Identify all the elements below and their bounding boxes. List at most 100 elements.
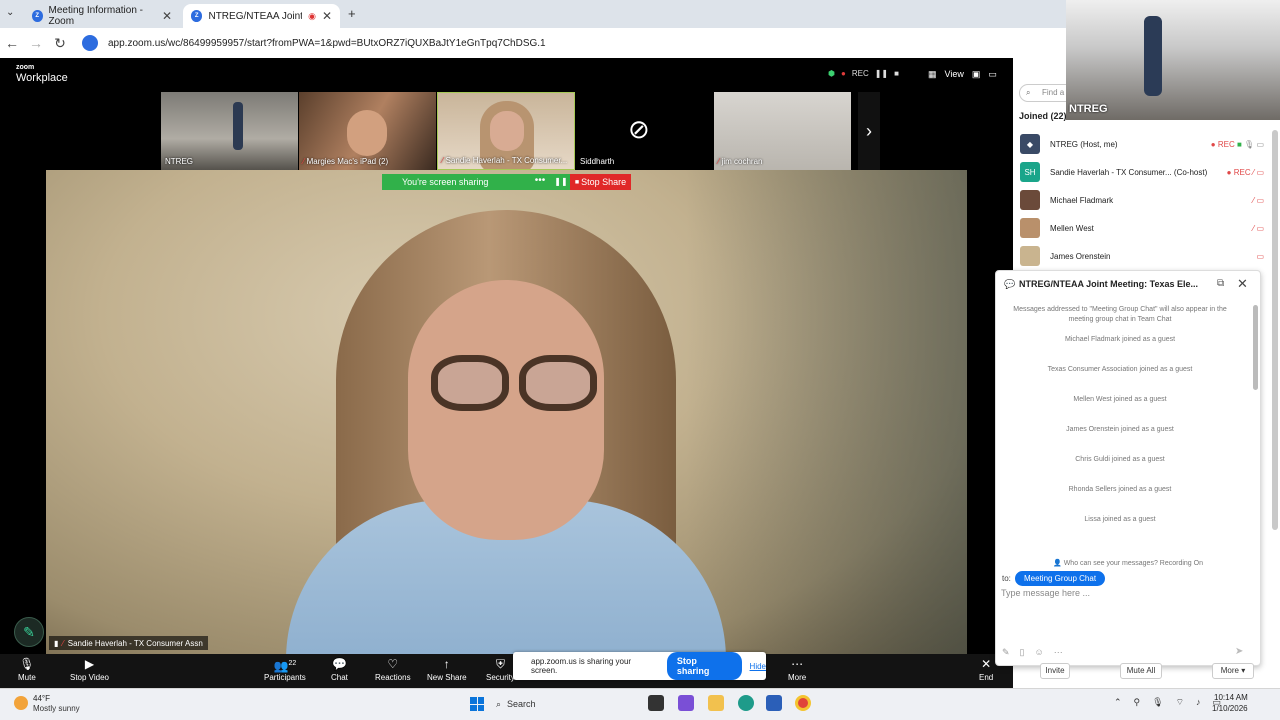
camera-off-icon[interactable]: ▭ [1256,196,1264,205]
microphone-icon[interactable]: 🎙 [1152,697,1163,708]
weather-description[interactable]: Mostly sunny [33,704,80,713]
chevron-up-icon[interactable]: ⌃ [1114,697,1122,708]
file-icon[interactable]: ▯ [1020,647,1025,658]
new-tab-button[interactable]: + [348,6,356,21]
next-thumbnails-chevron-icon[interactable]: › [858,92,880,170]
share-screen-mini-icon[interactable]: ▣ [972,69,981,80]
video-thumbnail-active[interactable]: ⁄ Sandie Haverlah - TX Consumer... [437,92,575,170]
mic-icon[interactable]: 🎙 [1244,140,1254,149]
back-icon[interactable]: ← [0,35,24,51]
view-controls: ▦ View ▣ ▭ [928,69,997,80]
weather-sun-icon[interactable] [14,696,28,710]
stop-share-label: Stop Share [581,177,627,187]
tab-meeting-information[interactable]: Z Meeting Information - Zoom ✕ [24,4,180,28]
windows-start-icon[interactable] [470,697,484,711]
video-thumbnail[interactable]: NTREG [161,92,298,170]
video-thumbnail[interactable]: ⁄ jim cochran [714,92,851,170]
more-button[interactable]: ⋯ More [788,657,806,682]
recipient-selector[interactable]: Meeting Group Chat [1015,571,1106,586]
signal-icon: ▮ [54,638,59,648]
chat-button[interactable]: 💬 Chat [331,657,348,682]
chrome-icon[interactable] [795,695,811,711]
stop-share-button[interactable]: ■ Stop Share [570,174,631,190]
video-thumbnail[interactable]: ⊘ Siddharth [576,92,713,170]
more-dots-icon[interactable]: ⋯ [1054,647,1063,658]
muted-mic-icon[interactable]: ⁄ [1253,224,1254,233]
zoom-favicon-icon: Z [32,10,43,22]
close-icon[interactable]: ✕ [1237,276,1248,292]
view-button[interactable]: View [945,69,964,80]
participant-row[interactable]: ◆ NTREG (Host, me) ● REC ■ 🎙 ▭ [1020,132,1270,156]
tab-joint-meeting[interactable]: Z NTREG/NTEAA Joint Meetin ◉ ✕ [183,4,340,28]
site-info-icon[interactable] [82,35,98,51]
clock-date[interactable]: 1/10/2026 [1212,704,1248,713]
panel-more-button[interactable]: More ▾ [1212,663,1254,679]
glasses-right-lens [519,355,597,411]
joined-count: Joined (22) [1019,111,1067,121]
reactions-button[interactable]: ♡ Reactions [375,657,411,682]
shield-icon[interactable]: ⬢ [828,69,835,78]
participant-row[interactable]: Michael Fladmark ⁄ ▭ [1020,188,1270,212]
view-grid-icon[interactable]: ▦ [928,69,937,80]
participants-count: 22 [288,660,297,667]
end-button[interactable]: ✕ End [979,657,993,682]
tab-title: NTREG/NTEAA Joint Meetin [208,10,303,22]
tab-list-chevron-icon[interactable]: ⌄ [6,7,14,18]
fullscreen-icon[interactable]: ▭ [988,69,997,80]
thumbnail-name: ⁄ jim cochran [718,157,762,166]
tab-close-icon[interactable]: ✕ [162,9,172,23]
hide-link[interactable]: Hide [750,662,766,671]
stop-sharing-button[interactable]: Stop sharing [666,652,742,680]
camera-off-icon[interactable]: ▭ [1256,252,1264,261]
mute-button[interactable]: 🎙 Mute [18,657,36,682]
store-icon[interactable] [766,695,782,711]
security-button[interactable]: ⛨ Security [486,657,515,682]
file-explorer-icon[interactable] [708,695,724,711]
participant-status: ⁄ ▭ [1253,196,1270,205]
system-tray: ⌃ ⚲ 🎙 ⌔ ♪ ▭ [1114,697,1221,708]
pause-share-icon[interactable]: ❚❚ [552,174,570,190]
taskbar-search[interactable]: ⌕ Search [496,694,636,714]
invite-button[interactable]: Invite [1040,663,1070,679]
task-view-icon[interactable] [648,695,664,711]
stop-recording-icon[interactable]: ■ [894,69,899,78]
video-thumbnail[interactable]: ⁄ Margies Mac's iPad (2) [299,92,436,170]
person-face [490,111,524,151]
forward-icon[interactable]: → [24,35,48,51]
mute-all-button[interactable]: Mute All [1120,663,1162,679]
share-options-icon[interactable]: ••• [528,174,552,190]
chat-message-input[interactable]: Type message here ... [1001,588,1090,598]
camera-off-icon[interactable]: ▭ [1256,168,1264,177]
weather-temperature[interactable]: 44°F [33,694,50,703]
message-visibility-note[interactable]: 👤 Who can see your messages? Recording O… [1008,559,1248,567]
muted-mic-icon[interactable]: ⁄ [1253,168,1254,177]
participant-row[interactable]: Mellen West ⁄ ▭ [1020,216,1270,240]
popout-icon[interactable]: ⧉ [1217,278,1224,289]
mute-label: Mute [18,673,36,682]
wifi-icon[interactable]: ⌔ [1176,697,1184,708]
format-icon[interactable]: ✎ [1002,647,1010,658]
chat-scrollbar[interactable] [1253,305,1258,390]
network-icon[interactable]: ⚲ [1134,697,1141,708]
camera-icon[interactable]: ▭ [1256,140,1264,149]
system-message: Texas Consumer Association joined as a g… [1047,366,1193,373]
pause-recording-icon[interactable]: ❚❚ [875,69,888,78]
copilot-icon[interactable] [678,695,694,711]
edge-browser-icon[interactable] [738,695,754,711]
url-field[interactable]: app.zoom.us/wc/86499959957/start?fromPWA… [108,38,546,49]
participants-scrollbar[interactable] [1272,130,1278,530]
tab-close-icon[interactable]: ✕ [322,9,332,23]
annotate-pencil-icon[interactable]: ✎ [14,617,44,647]
muted-mic-icon[interactable]: ⁄ [1253,196,1254,205]
new-share-button[interactable]: ↑ New Share [427,657,467,682]
emoji-icon[interactable]: ☺ [1035,647,1044,658]
participant-row[interactable]: SH Sandie Haverlah - TX Consumer... (Co-… [1020,160,1270,184]
send-icon[interactable]: ➤ [1235,646,1243,657]
clock-time[interactable]: 10:14 AM [1214,693,1248,702]
stop-video-button[interactable]: ▶ Stop Video [70,657,109,682]
camera-off-icon[interactable]: ▭ [1256,224,1264,233]
participant-row[interactable]: James Orenstein ▭ [1020,244,1270,268]
volume-icon[interactable]: ♪ [1196,697,1201,708]
reload-icon[interactable]: ↻ [48,35,72,52]
participants-button[interactable]: 👥22 Participants [264,657,306,682]
